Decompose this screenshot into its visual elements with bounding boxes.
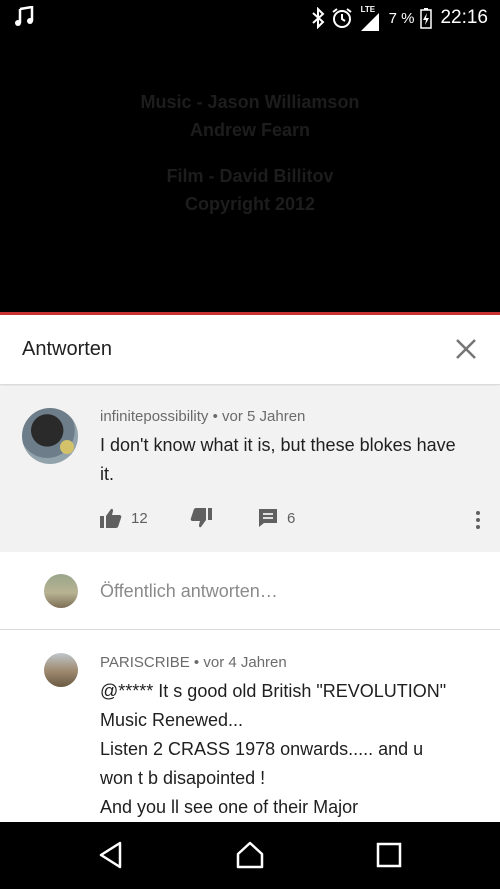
meta-separator: • — [193, 654, 200, 671]
reply-input-row: Öffentlich antworten… — [0, 552, 500, 630]
battery-percent: 7 % — [388, 9, 415, 27]
battery-charging-icon — [420, 8, 433, 29]
back-icon[interactable] — [96, 840, 126, 870]
comment-age: vor 5 Jahren — [222, 408, 306, 425]
comment-line: Music Renewed... — [100, 710, 244, 730]
comment-line: @***** It s good old British "REVOLUTION… — [100, 681, 447, 701]
navigation-bar — [0, 822, 500, 889]
thumbs-up-icon — [100, 508, 122, 528]
replies-header: Antworten — [0, 315, 500, 385]
bluetooth-icon — [311, 7, 325, 29]
status-bar: LTE 7 % 22:16 — [0, 0, 500, 36]
comment-author[interactable]: PARISCRIBE — [100, 654, 190, 671]
close-icon[interactable] — [452, 335, 480, 363]
comment-text: @***** It s good old British "REVOLUTION… — [100, 677, 480, 822]
signal-indicator: LTE — [359, 5, 383, 31]
thumbs-down-icon — [190, 508, 212, 528]
reply-comment: PARISCRIBE • vor 4 Jahren @***** It s go… — [0, 631, 500, 822]
avatar[interactable] — [22, 408, 78, 464]
reply-button[interactable]: 6 — [258, 506, 295, 530]
dislike-button[interactable] — [190, 506, 212, 530]
reply-input[interactable]: Öffentlich antworten… — [100, 581, 278, 602]
alarm-icon — [331, 8, 352, 28]
comment-line: Listen 2 CRASS 1978 onwards..... and u — [100, 739, 424, 759]
status-icons: LTE 7 % 22:16 — [311, 0, 488, 36]
home-icon[interactable] — [235, 840, 265, 870]
comment-line: And you ll see one of their Major — [100, 797, 359, 817]
like-count: 12 — [131, 509, 148, 527]
video-player[interactable]: Music - Jason Williamson Andrew Fearn Fi… — [0, 36, 500, 312]
credit-line: Film - David Billitov — [166, 166, 334, 186]
recents-icon[interactable] — [374, 840, 404, 870]
reply-count: 6 — [287, 509, 296, 527]
credit-line: Andrew Fearn — [189, 120, 311, 140]
avatar — [44, 574, 78, 608]
comment-meta: PARISCRIBE • vor 4 Jahren — [100, 654, 287, 671]
credit-line: Music - Jason Williamson — [140, 92, 360, 112]
comment-text: I don't know what it is, but these bloke… — [100, 435, 456, 484]
reply-icon — [259, 509, 277, 527]
like-button[interactable]: 12 — [100, 506, 148, 530]
comment-meta: infinitepossibility • vor 5 Jahren — [100, 408, 305, 425]
app-root: { "status_bar": { "network_label": "LTE"… — [0, 0, 500, 889]
comment-age: vor 4 Jahren — [203, 654, 287, 671]
signal-icon — [360, 13, 379, 31]
comment-author[interactable]: infinitepossibility — [100, 408, 208, 425]
avatar[interactable] — [44, 653, 78, 687]
parent-comment: infinitepossibility • vor 5 Jahren I don… — [0, 386, 500, 552]
clock: 22:16 — [440, 7, 488, 28]
credit-line: Copyright 2012 — [184, 194, 316, 214]
comment-line: won t b disapointed ! — [100, 768, 266, 788]
video-credits: Music - Jason Williamson Andrew Fearn Fi… — [0, 88, 500, 218]
meta-separator: • — [212, 408, 218, 425]
music-note-icon — [15, 6, 34, 26]
more-vert-icon[interactable] — [474, 510, 482, 530]
panel-title: Antworten — [22, 338, 113, 360]
